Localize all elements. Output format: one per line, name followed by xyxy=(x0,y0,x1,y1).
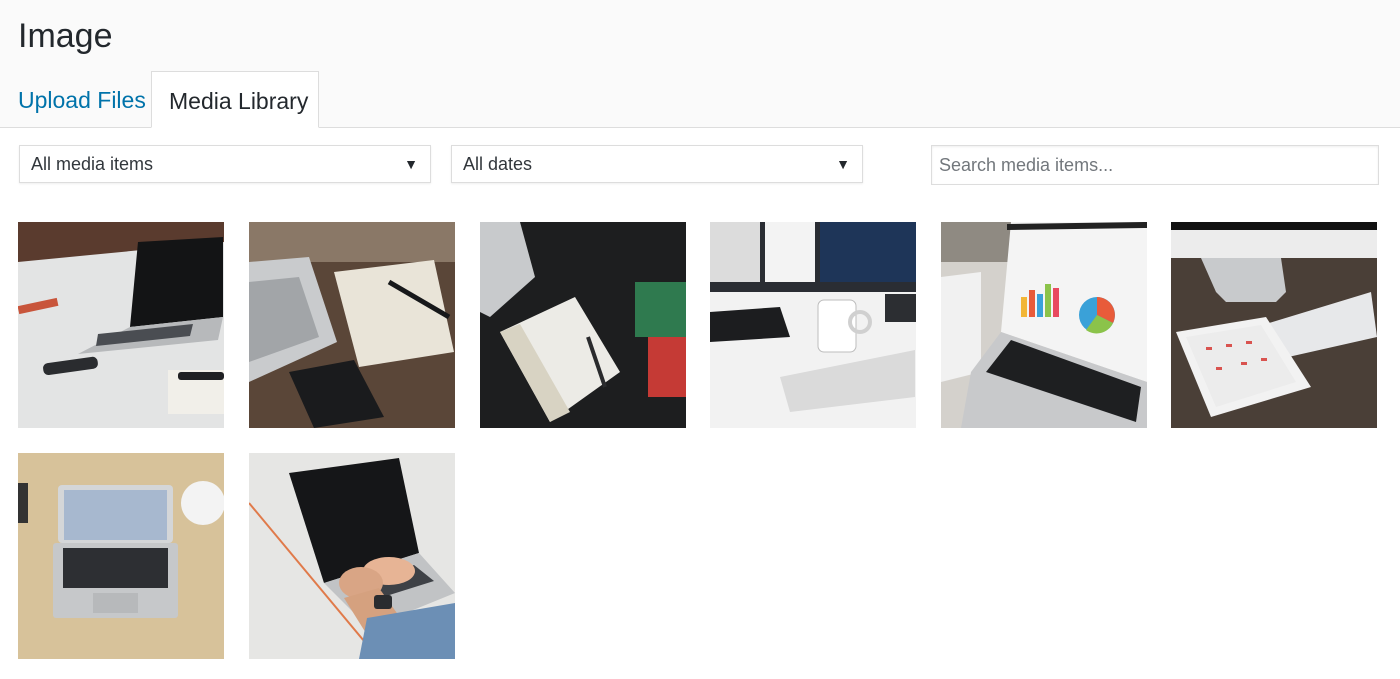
media-thumbnail[interactable] xyxy=(249,222,455,428)
page-title: Image xyxy=(18,17,113,55)
dropdown-arrow-icon: ▼ xyxy=(404,156,418,172)
media-type-filter-value: All media items xyxy=(31,154,154,174)
modal-header: Image Upload Files Media Library xyxy=(0,0,1400,128)
search-input[interactable] xyxy=(931,145,1379,185)
media-thumbnail[interactable] xyxy=(480,222,686,428)
dropdown-arrow-icon: ▼ xyxy=(836,156,850,172)
media-thumbnail[interactable] xyxy=(18,453,224,659)
media-thumbnail[interactable] xyxy=(1171,222,1377,428)
media-thumbnail[interactable] xyxy=(710,222,916,428)
media-type-filter[interactable]: All media items ▼ xyxy=(19,145,431,183)
date-filter-value: All dates xyxy=(463,154,533,174)
tab-upload-files[interactable]: Upload Files xyxy=(0,71,151,127)
media-thumbnail[interactable] xyxy=(18,222,224,428)
media-thumbnail[interactable] xyxy=(249,453,455,659)
tab-media-library[interactable]: Media Library xyxy=(151,71,319,128)
media-thumbnail[interactable] xyxy=(941,222,1147,428)
date-filter[interactable]: All dates ▼ xyxy=(451,145,863,183)
